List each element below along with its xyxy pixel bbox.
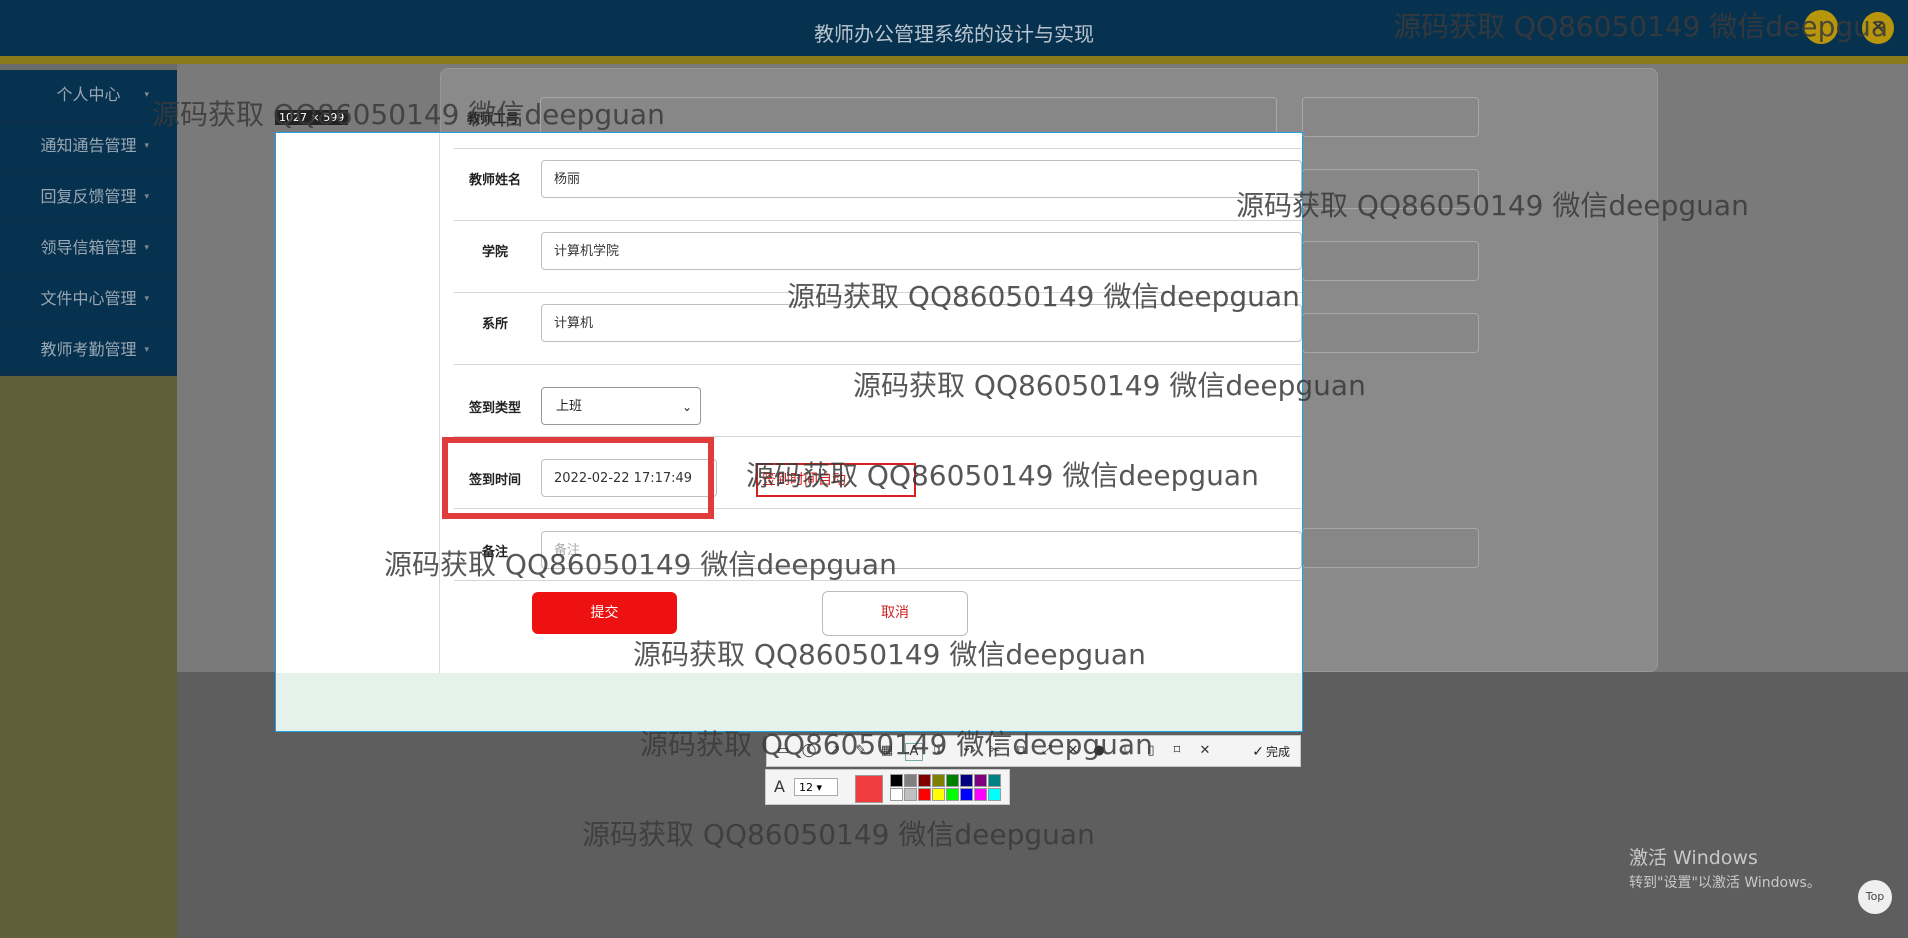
form-divider	[454, 148, 1302, 149]
color-swatch[interactable]	[890, 774, 903, 787]
teacher-name-input[interactable]: 杨丽	[541, 160, 1302, 198]
watermark-text: 源码获取 QQ86050149 微信deepguan	[640, 728, 1153, 761]
color-swatch[interactable]	[946, 788, 959, 801]
watermark-text: 源码获取 QQ86050149 微信deepguan	[582, 818, 1095, 851]
color-swatch[interactable]	[974, 774, 987, 787]
dim-input-right	[1302, 313, 1479, 353]
color-swatch[interactable]	[974, 788, 987, 801]
watermark-text: 源码获取 QQ86050149 微信deepguan	[633, 638, 1146, 671]
color-swatch[interactable]	[904, 774, 917, 787]
windows-activation-notice: 激活 Windows 转到"设置"以激活 Windows。	[1629, 843, 1821, 892]
color-swatch[interactable]	[960, 774, 973, 787]
dim-input-right	[1302, 241, 1479, 281]
sidebar-item-feedback[interactable]: 回复反馈管理	[0, 172, 177, 223]
checkin-type-value: 上班	[556, 399, 583, 414]
submit-button[interactable]: 提交	[532, 592, 677, 634]
back-to-top-button[interactable]: Top	[1858, 880, 1892, 914]
sidebar-item-personal-center[interactable]: 个人中心	[0, 70, 177, 121]
color-swatch[interactable]	[988, 788, 1001, 801]
color-swatch[interactable]	[918, 788, 931, 801]
color-swatch[interactable]	[890, 788, 903, 801]
color-swatch[interactable]	[960, 788, 973, 801]
color-swatch[interactable]	[988, 774, 1001, 787]
sidebar: 个人中心 通知通告管理 回复反馈管理 领导信箱管理 文件中心管理 教师考勤管理	[0, 70, 177, 938]
font-size-select[interactable]: 12 ▾	[794, 778, 838, 796]
activation-line-2: 转到"设置"以激活 Windows。	[1629, 875, 1821, 891]
color-swatch[interactable]	[918, 774, 931, 787]
color-swatch[interactable]	[904, 788, 917, 801]
color-swatch[interactable]	[946, 774, 959, 787]
watermark-text: 源码获取 QQ86050149 微信deepgua	[1393, 10, 1889, 43]
activation-line-1: 激活 Windows	[1629, 847, 1758, 869]
dim-input-right	[1302, 97, 1479, 137]
close-icon[interactable]: ✕	[1197, 743, 1213, 759]
color-swatch[interactable]	[932, 788, 945, 801]
dim-input-right	[1302, 528, 1479, 568]
header-accent-bar	[0, 56, 1908, 64]
checkin-type-label: 签到类型	[469, 401, 522, 416]
sidebar-item-attendance[interactable]: 教师考勤管理	[0, 325, 177, 376]
sidebar-item-leader-mailbox[interactable]: 领导信箱管理	[0, 223, 177, 274]
font-size-value: 12	[799, 781, 813, 794]
sidebar-item-notices[interactable]: 通知通告管理	[0, 121, 177, 172]
watermark-text: 源码获取 QQ86050149 微信deepguan	[787, 280, 1300, 313]
watermark-text: 源码获取 QQ86050149 微信deepguan	[746, 459, 1259, 492]
form-divider	[454, 220, 1302, 221]
watermark-text: 源码获取 QQ86050149 微信deepguan	[152, 98, 665, 131]
college-input[interactable]: 计算机学院	[541, 232, 1302, 270]
chevron-down-icon: ⌄	[681, 400, 692, 414]
done-label: 完成	[1265, 745, 1290, 759]
current-color-swatch[interactable]	[855, 775, 883, 803]
color-palette-bar: A 12 ▾	[765, 769, 1010, 805]
teacher-name-label: 教师姓名	[469, 173, 522, 188]
college-label: 学院	[482, 245, 509, 260]
sidebar-item-files[interactable]: 文件中心管理	[0, 274, 177, 325]
cancel-button[interactable]: 取消	[822, 591, 968, 636]
annotation-rectangle[interactable]	[442, 437, 714, 519]
watermark-text: 源码获取 QQ86050149 微信deepguan	[1236, 189, 1749, 222]
bookmark-icon[interactable]: ⌑	[1169, 743, 1185, 759]
done-button[interactable]: ✓ 完成	[1252, 743, 1290, 760]
watermark-text: 源码获取 QQ86050149 微信deepguan	[384, 548, 897, 581]
color-swatch[interactable]	[932, 774, 945, 787]
check-icon: ✓	[1252, 744, 1264, 760]
department-label: 系所	[482, 317, 509, 332]
watermark-text: 源码获取 QQ86050149 微信deepguan	[853, 369, 1366, 402]
font-size-icon: A	[774, 777, 785, 796]
checkin-type-select[interactable]: 上班 ⌄	[541, 387, 701, 425]
